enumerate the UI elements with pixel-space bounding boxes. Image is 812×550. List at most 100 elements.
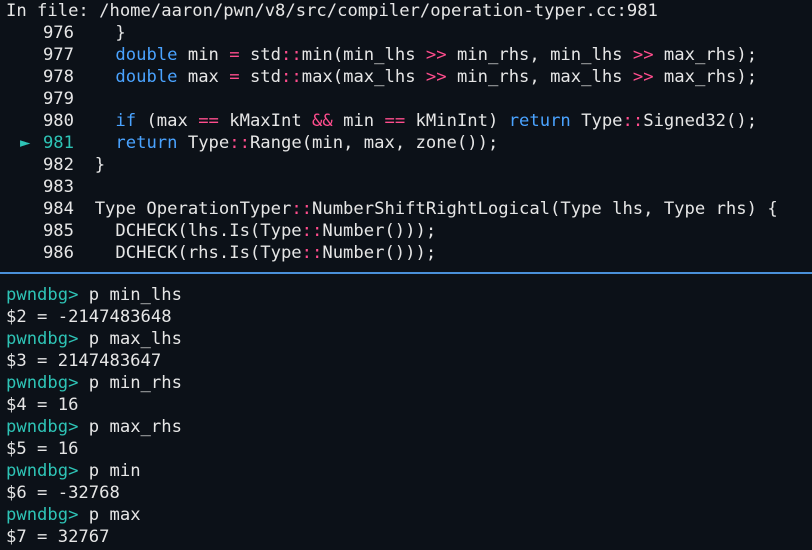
operator-token: :: xyxy=(301,221,323,241)
line-number: 977 xyxy=(42,45,74,65)
line-number: 985 xyxy=(42,221,74,241)
code-token: DCHECK(lhs.Is(Type xyxy=(74,221,302,241)
gdb-command: p max_rhs xyxy=(88,417,182,437)
operator-token: :: xyxy=(281,45,302,65)
code-token: max_rhs); xyxy=(653,45,758,65)
code-token: (max xyxy=(136,111,199,131)
line-number: 979 xyxy=(42,89,74,109)
gdb-console[interactable]: pwndbg> p min_lhs $2 = -2147483648 pwndbg>… xyxy=(0,284,812,548)
code-token: } xyxy=(74,155,106,175)
code-line: 976 } xyxy=(0,22,812,44)
gdb-prompt: pwndbg> xyxy=(6,461,79,481)
code-token: Number())); xyxy=(322,243,437,263)
operator-token: :: xyxy=(622,111,644,131)
code-token: max(max_lhs xyxy=(301,67,426,87)
operator-token: >> xyxy=(425,45,447,65)
code-token: Type xyxy=(570,111,623,131)
code-token: kMaxInt xyxy=(218,111,313,131)
code-token: Type xyxy=(177,133,230,153)
code-token: std xyxy=(239,45,282,65)
gdb-command-line: pwndbg> p min xyxy=(0,460,812,482)
source-code-listing: 976 } 977 double min = std::min(min_lhs >… xyxy=(0,22,812,264)
code-token: min_rhs, max_lhs xyxy=(446,67,633,87)
code-token: } xyxy=(74,23,126,43)
code-token: Number())); xyxy=(322,221,437,241)
keyword-token: if xyxy=(115,111,137,131)
code-line: 982 } xyxy=(0,154,812,176)
source-pane: In file: /home/aaron/pwn/v8/src/compiler… xyxy=(0,0,812,264)
line-number: 984 xyxy=(42,199,74,219)
code-token: std xyxy=(239,67,282,87)
gdb-prompt: pwndbg> xyxy=(6,417,79,437)
gdb-command: p max_lhs xyxy=(88,329,182,349)
code-token: NumberShiftRightLogical(Type lhs, Type r… xyxy=(312,199,778,219)
gdb-output: $2 = -2147483648 xyxy=(6,307,172,327)
operator-token: && xyxy=(312,111,333,131)
code-text: } xyxy=(74,155,105,175)
gdb-command-line: pwndbg> p min_lhs xyxy=(0,284,812,306)
gdb-command-line: pwndbg> p max_rhs xyxy=(0,416,812,438)
code-token: max xyxy=(177,67,230,87)
gdb-output: $7 = 32767 xyxy=(6,527,110,547)
gdb-command: p min xyxy=(88,461,141,481)
code-line: 985 DCHECK(lhs.Is(Type::Number())); xyxy=(0,220,812,242)
operator-token: == xyxy=(198,111,219,131)
line-number: 980 xyxy=(42,111,74,131)
keyword-token: double xyxy=(115,67,178,87)
gdb-command-line: pwndbg> p min_rhs xyxy=(0,372,812,394)
operator-token: >> xyxy=(632,45,654,65)
terminal-window[interactable]: In file: /home/aaron/pwn/v8/src/compiler… xyxy=(0,0,812,548)
code-token: Range(min, max, zone()); xyxy=(249,133,499,153)
gdb-prompt: pwndbg> xyxy=(6,373,79,393)
code-text: Type OperationTyper::NumberShiftRightLog… xyxy=(74,199,778,219)
operator-token: >> xyxy=(425,67,447,87)
line-number: 983 xyxy=(42,177,74,197)
code-token: DCHECK(rhs.Is(Type xyxy=(74,243,302,263)
gdb-prompt: pwndbg> xyxy=(6,285,79,305)
code-text: DCHECK(lhs.Is(Type::Number())); xyxy=(74,221,436,241)
operator-token: = xyxy=(229,45,240,65)
code-text: } xyxy=(74,23,126,43)
line-number: 982 xyxy=(42,155,74,175)
line-number: 976 xyxy=(42,23,74,43)
code-token: min_rhs, min_lhs xyxy=(446,45,633,65)
gdb-output: $4 = 16 xyxy=(6,395,79,415)
code-token: min xyxy=(332,111,385,131)
code-token: Signed32(); xyxy=(643,111,758,131)
operator-token: :: xyxy=(291,199,313,219)
code-line: 983 xyxy=(0,176,812,198)
line-number: 981 xyxy=(42,133,74,153)
code-line: 984 Type OperationTyper::NumberShiftRigh… xyxy=(0,198,812,220)
code-line: 978 double max = std::max(max_lhs >> min… xyxy=(0,66,812,88)
code-line: 977 double min = std::min(min_lhs >> min… xyxy=(0,44,812,66)
operator-token: = xyxy=(229,67,240,87)
operator-token: :: xyxy=(301,243,323,263)
keyword-token: return xyxy=(115,133,178,153)
gdb-prompt: pwndbg> xyxy=(6,329,79,349)
code-token: kMinInt) xyxy=(405,111,509,131)
code-line: 980 if (max == kMaxInt && min == kMinInt… xyxy=(0,110,812,132)
gdb-command-line: pwndbg> p max xyxy=(0,504,812,526)
code-line: 979 xyxy=(0,88,812,110)
keyword-token: double xyxy=(115,45,178,65)
code-text: double max = std::max(max_lhs >> min_rhs… xyxy=(74,67,757,87)
code-text: if (max == kMaxInt && min == kMinInt) re… xyxy=(74,111,757,131)
keyword-token: return xyxy=(508,111,571,131)
code-line: 986 DCHECK(rhs.Is(Type::Number())); xyxy=(0,242,812,264)
code-token: min(min_lhs xyxy=(301,45,426,65)
operator-token: :: xyxy=(229,133,250,153)
current-line-arrow-icon: ► xyxy=(20,133,31,153)
gdb-command: p min_rhs xyxy=(88,373,182,393)
gdb-command-line: pwndbg> p max_lhs xyxy=(0,328,812,350)
code-token: Type OperationTyper xyxy=(74,199,292,219)
line-number: 986 xyxy=(42,243,74,263)
gdb-output: $6 = -32768 xyxy=(6,483,120,503)
source-file-header: In file: /home/aaron/pwn/v8/src/compiler… xyxy=(6,1,658,21)
code-token: min xyxy=(177,45,230,65)
operator-token: >> xyxy=(632,67,654,87)
line-number: 978 xyxy=(42,67,74,87)
operator-token: == xyxy=(384,111,406,131)
